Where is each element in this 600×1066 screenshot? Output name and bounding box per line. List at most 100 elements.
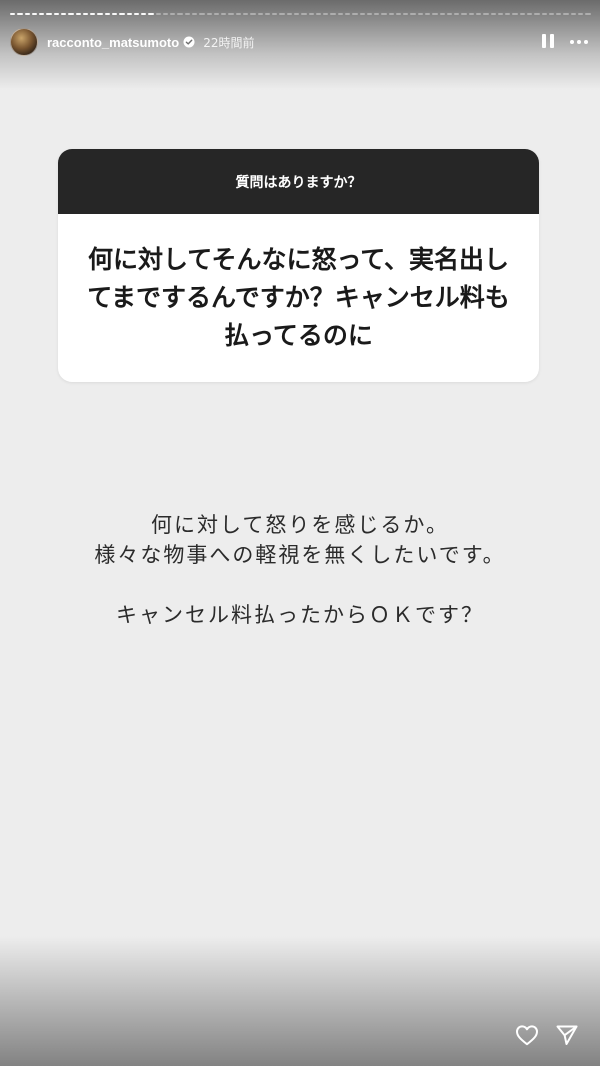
progress-segment xyxy=(53,13,59,15)
progress-segment xyxy=(97,13,103,15)
answer-line: キャンセル料払ったからＯＫです？ xyxy=(116,603,484,627)
progress-segment xyxy=(476,13,482,15)
progress-segment xyxy=(439,13,445,15)
verified-badge-icon xyxy=(183,36,195,48)
progress-segment xyxy=(366,13,373,15)
progress-segment xyxy=(68,13,74,15)
progress-segment xyxy=(381,13,387,15)
progress-segment xyxy=(24,13,30,15)
answer-spacer xyxy=(40,570,560,600)
question-text: 何に対してそんなに怒って、実名出してまでするんですか？キャンセル料も払ってるのに xyxy=(87,245,510,350)
progress-segment xyxy=(497,13,504,15)
progress-segment xyxy=(228,13,234,15)
progress-segment xyxy=(170,13,176,15)
progress-segment xyxy=(243,13,249,15)
progress-segment xyxy=(446,13,453,15)
progress-segment xyxy=(235,13,241,15)
story-header: racconto_matsumoto 22時間前 xyxy=(10,28,590,56)
progress-segment xyxy=(344,13,351,15)
answer-line: 何に対して怒りを感じるか。 xyxy=(151,513,449,537)
progress-segment xyxy=(46,13,52,15)
progress-segment xyxy=(75,13,81,15)
progress-segment xyxy=(213,13,220,15)
progress-segment xyxy=(250,13,256,15)
progress-segment xyxy=(315,13,322,15)
progress-segment xyxy=(90,13,96,15)
share-button[interactable] xyxy=(554,1022,580,1048)
progress-segment xyxy=(264,13,271,15)
progress-segment xyxy=(556,13,562,15)
progress-segment xyxy=(119,13,125,15)
progress-segment xyxy=(104,13,110,15)
progress-segment xyxy=(432,13,438,15)
progress-segment xyxy=(483,13,489,15)
progress-segment xyxy=(10,13,16,15)
header-controls xyxy=(542,34,590,50)
progress-segment xyxy=(512,13,518,15)
like-button[interactable] xyxy=(514,1022,540,1048)
question-prompt: 質問はありますか？ xyxy=(58,149,539,214)
progress-segment xyxy=(177,13,183,15)
progress-segment xyxy=(39,13,45,15)
progress-segment xyxy=(60,13,67,15)
progress-segment xyxy=(395,13,402,15)
question-sticker[interactable]: 質問はありますか？ 何に対してそんなに怒って、実名出してまでするんですか？キャン… xyxy=(58,149,539,382)
pause-icon[interactable] xyxy=(542,34,556,50)
story-timestamp: 22時間前 xyxy=(203,35,255,50)
progress-segment xyxy=(155,13,161,15)
progress-segment xyxy=(308,13,314,15)
progress-segment xyxy=(403,13,409,15)
send-icon xyxy=(556,1025,578,1045)
progress-segment xyxy=(293,13,300,15)
progress-segment xyxy=(337,13,343,15)
progress-segment xyxy=(352,13,358,15)
answer-line: 様々な物事への軽視を無くしたいです。 xyxy=(94,543,506,567)
progress-segment xyxy=(454,13,460,15)
progress-segment xyxy=(585,13,591,15)
progress-segment xyxy=(425,13,431,15)
progress-segment xyxy=(570,13,576,15)
progress-segment xyxy=(534,13,540,15)
more-icon[interactable] xyxy=(570,36,588,48)
progress-segment xyxy=(272,13,278,15)
progress-segment xyxy=(359,13,365,15)
progress-segment xyxy=(323,13,329,15)
avatar[interactable] xyxy=(10,28,38,56)
progress-segment xyxy=(461,13,467,15)
progress-segment xyxy=(577,13,584,15)
bottom-gradient-overlay xyxy=(0,936,600,1066)
progress-segment xyxy=(148,13,154,15)
progress-segment xyxy=(111,13,118,15)
username[interactable]: racconto_matsumoto xyxy=(47,35,179,50)
story-progress-bar xyxy=(10,13,591,15)
progress-segment xyxy=(410,13,416,15)
progress-segment xyxy=(192,13,198,15)
progress-segment xyxy=(141,13,147,15)
progress-segment xyxy=(301,13,307,15)
progress-segment xyxy=(257,13,263,15)
progress-segment xyxy=(548,13,555,15)
progress-segment xyxy=(133,13,140,15)
progress-segment xyxy=(286,13,292,15)
progress-segment xyxy=(563,13,569,15)
progress-segment xyxy=(330,13,336,15)
progress-segment xyxy=(17,13,23,15)
story-actions xyxy=(514,1022,580,1048)
progress-segment xyxy=(468,13,474,15)
progress-segment xyxy=(31,13,38,15)
progress-segment xyxy=(162,13,169,15)
progress-segment xyxy=(388,13,394,15)
heart-icon xyxy=(516,1025,538,1046)
progress-segment xyxy=(526,13,533,15)
progress-segment xyxy=(199,13,205,15)
progress-segment xyxy=(82,13,89,15)
progress-segment xyxy=(541,13,547,15)
progress-segment xyxy=(505,13,511,15)
progress-segment xyxy=(374,13,380,15)
progress-segment xyxy=(519,13,525,15)
progress-segment xyxy=(126,13,132,15)
progress-segment xyxy=(206,13,212,15)
progress-segment xyxy=(279,13,285,15)
progress-segment xyxy=(184,13,191,15)
answer-text-block: 何に対して怒りを感じるか。 様々な物事への軽視を無くしたいです。 キャンセル料払… xyxy=(40,510,560,630)
